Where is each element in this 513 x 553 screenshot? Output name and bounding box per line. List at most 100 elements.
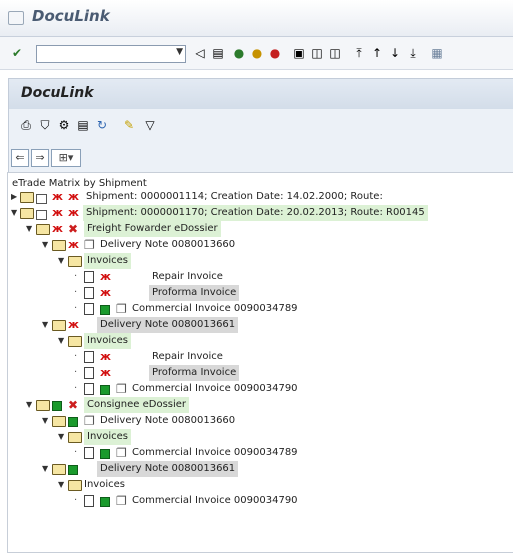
tree-row-delivery-note[interactable]: ▼ ❐ Delivery Note 0080013660 [8,413,513,429]
window-titlebar: DocuLink [0,0,513,37]
settings-icon[interactable]: ⚙ [57,118,71,132]
arrow-left-icon[interactable]: ⇐ [11,149,29,167]
tree-row-label: Proforma Invoice [149,365,240,381]
green-status-icon [68,417,78,427]
refresh-icon[interactable]: ↻ [95,118,109,132]
tree-row-invoices[interactable]: ▼ Invoices [8,253,513,269]
first-page-icon[interactable]: ⤒ [352,46,366,60]
expand-icon[interactable]: ▶ [11,189,17,205]
arrow-right-icon[interactable]: ⇒ [31,149,49,167]
tree-row-delivery-note[interactable]: ▼ ж ❐ Delivery Note 0080013660 [8,237,513,253]
delivery-note-icon: ❐ [116,382,127,396]
collapse-icon[interactable]: ▼ [58,253,64,269]
error-bug-icon: ж [52,222,63,235]
tree-row-proforma-invoice[interactable]: · ж Proforma Invoice [8,365,513,381]
shipment-tree: eTrade Matrix by Shipment ▶ ж ж Shipment… [7,172,513,553]
delivery-note-icon: ❐ [116,494,127,508]
find-next-icon[interactable]: ◫ [328,46,342,60]
folder-icon [68,336,82,347]
back-green-icon[interactable]: ● [232,46,246,60]
collapse-icon[interactable]: ▼ [58,333,64,349]
error-bug-icon: ж [52,206,63,219]
window-title: DocuLink [32,7,110,25]
tree-row-commercial-invoice[interactable]: · ❐ Commercial Invoice 0090034790 [8,381,513,397]
tree-row-commercial-invoice[interactable]: · ❐ Commercial Invoice 0090034789 [8,301,513,317]
collapse-icon[interactable]: ▼ [58,477,64,493]
collapse-icon[interactable]: ▼ [58,429,64,445]
filter-down-icon[interactable]: ▽ [143,118,157,132]
navigation-toolbar: ⇐ ⇒ ⊞▾ [9,145,513,171]
green-status-icon [52,401,62,411]
tree-row-label: Commercial Invoice 0090034790 [132,495,298,506]
green-status-icon [100,385,110,395]
panel-header: DocuLink [9,79,513,109]
collapse-icon[interactable]: ▼ [26,397,32,413]
tree-row-repair-invoice[interactable]: · ж Repair Invoice [8,349,513,365]
next-page-icon[interactable]: ↓ [388,46,402,60]
document-icon [84,303,94,315]
filter-icon[interactable]: ⛉ [38,118,52,132]
bullet-icon: · [74,303,78,314]
edit-icon[interactable]: ✎ [122,118,136,132]
error-bug-icon: ж [52,190,63,203]
exit-icon[interactable]: ● [250,46,264,60]
tree-row-shipment-1170[interactable]: ▼ ж ж Shipment: 0000001170; Creation Dat… [8,205,513,221]
tree-row-invoices[interactable]: ▼ Invoices [8,333,513,349]
bullet-icon: · [74,367,78,378]
collapse-icon[interactable]: ▼ [42,237,48,253]
error-bug-icon: ж [68,238,79,251]
last-page-icon[interactable]: ⤓ [406,46,420,60]
folder-icon [20,192,34,203]
tree-row-proforma-invoice[interactable]: · ж Proforma Invoice [8,285,513,301]
back-icon[interactable]: ◁ [193,46,207,60]
tree-row-label: Proforma Invoice [149,285,240,301]
folder-icon [52,240,66,251]
save-icon[interactable]: ▤ [211,46,225,60]
tree-row-consignee-eDossier[interactable]: ▼ ✖ Consignee eDossier [8,397,513,413]
tree-row-label: Freight Fowarder eDossier [84,221,221,237]
tree-row-label: Delivery Note 0080013661 [97,461,239,477]
tree-row-freight-eDossier[interactable]: ▼ ж ✖ Freight Fowarder eDossier [8,221,513,237]
folder-icon [68,256,82,267]
session-icon[interactable]: ▦ [430,46,444,60]
tree-row-delivery-note[interactable]: ▼ Delivery Note 0080013661 [8,461,513,477]
collapse-icon[interactable]: ▼ [11,205,17,221]
print-icon[interactable]: ▣ [292,46,306,60]
collapse-icon[interactable]: ▼ [42,317,48,333]
export-icon[interactable]: ▤ [76,118,90,132]
check-icon[interactable]: ✔ [10,46,24,60]
tree-row-label: Invoices [84,253,131,269]
folder-icon [36,224,50,235]
tree-options-button[interactable]: ⊞▾ [51,149,81,167]
collapse-icon[interactable]: ▼ [42,413,48,429]
error-bug-icon: ж [68,190,79,203]
chevron-down-icon[interactable]: ▼ [176,47,183,57]
collapse-icon[interactable]: ▼ [42,461,48,477]
find-icon[interactable]: ◫ [310,46,324,60]
tree-row-label: Shipment: 0000001170; Creation Date: 20.… [83,205,428,221]
tree-row-delivery-note[interactable]: ▼ ж Delivery Note 0080013661 [8,317,513,333]
tree-row-invoices[interactable]: ▼ Invoices [8,429,513,445]
cancel-icon[interactable]: ● [268,46,282,60]
application-toolbar: ⎙ ⛉ ⚙ ▤ ↻ ✎ ▽ [9,109,513,139]
error-bug-icon: ж [100,350,111,363]
green-status-icon [68,465,78,475]
bullet-icon: · [74,383,78,394]
tree-row-commercial-invoice[interactable]: · ❐ Commercial Invoice 0090034790 [8,493,513,509]
previous-page-icon[interactable]: ↑ [370,46,384,60]
collapse-icon[interactable]: ▼ [26,221,32,237]
command-field[interactable]: ▼ [36,45,186,63]
bullet-icon: · [74,287,78,298]
error-bug-icon: ж [100,366,111,379]
tree-row-shipment-1114[interactable]: ▶ ж ж Shipment: 0000001114; Creation Dat… [8,189,513,205]
tree-row-repair-invoice[interactable]: · ж Repair Invoice [8,269,513,285]
tree-row-invoices[interactable]: ▼ Invoices [8,477,513,493]
print-icon[interactable]: ⎙ [19,118,33,132]
tree-row-label: Invoices [84,333,131,349]
tree-row-commercial-invoice[interactable]: · ❐ Commercial Invoice 0090034789 [8,445,513,461]
folder-icon [68,432,82,443]
app-menu-icon[interactable] [8,11,24,25]
error-bug-icon: ж [68,206,79,219]
green-status-icon [100,305,110,315]
tree-row-label: Invoices [84,479,125,490]
